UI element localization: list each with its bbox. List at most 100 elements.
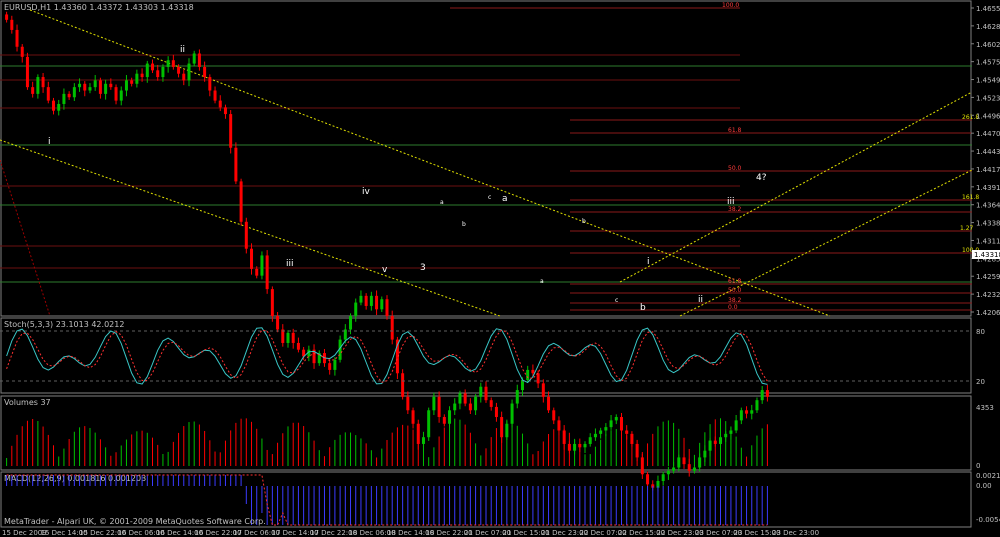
horizontal-green-lines — [0, 65, 972, 283]
candle-body — [156, 70, 160, 78]
volumes-label: Volumes 37 — [4, 398, 51, 407]
macd-tick-top: 0.00216 — [976, 472, 1000, 480]
candle-body — [234, 147, 238, 182]
stoch-tick-20: 20 — [976, 378, 985, 386]
candle-body — [67, 93, 71, 98]
candle-body — [510, 403, 514, 424]
volume-bars — [6, 418, 768, 466]
price-tick: 1.44435 — [976, 148, 1000, 156]
fib-label: 50.0 — [728, 165, 742, 172]
candle-body — [734, 420, 738, 431]
price-tick: 1.46285 — [976, 23, 1000, 31]
trading-chart[interactable]: 100.0261.861.850.0161.838.21.27100.061.8… — [0, 0, 1000, 537]
fib-labels: 100.0261.861.850.0161.838.21.27100.061.8… — [722, 2, 979, 311]
wave-label: b — [582, 218, 586, 225]
candle-body — [291, 332, 295, 343]
candle-body — [104, 83, 108, 94]
fib-label: 0.0 — [728, 304, 738, 311]
candle-body — [474, 396, 478, 411]
candle-body — [78, 83, 82, 88]
candle-body — [52, 100, 56, 111]
price-tick: 1.46020 — [976, 41, 1000, 49]
candle-body — [93, 80, 97, 88]
candle-body — [630, 433, 634, 444]
candle-body — [593, 433, 597, 438]
candle-body — [531, 369, 535, 374]
candle-body — [192, 53, 196, 64]
candle-body — [604, 427, 608, 431]
candle-body — [161, 66, 165, 78]
volume-tick-zero: 0 — [976, 462, 980, 470]
candle-body — [10, 19, 14, 30]
fib-label: 61.8 — [728, 278, 742, 285]
wave-label: ii — [698, 295, 703, 305]
candle-body — [171, 60, 175, 67]
macd-tick-zero: 0.00 — [976, 482, 992, 490]
candle-body — [244, 221, 248, 249]
price-tick: 1.42325 — [976, 291, 1000, 299]
candle-body — [276, 316, 280, 330]
candle-body — [296, 342, 300, 350]
candle-body — [515, 390, 519, 404]
candle-body — [88, 87, 92, 91]
price-tick: 1.43115 — [976, 237, 1000, 245]
chart-title: EURUSD,H1 1.43360 1.43372 1.43303 1.4331… — [4, 3, 194, 12]
candle-body — [541, 383, 545, 397]
candle-body — [62, 93, 66, 104]
candle-body — [588, 437, 592, 444]
candle-body — [213, 90, 217, 101]
candle-body — [31, 87, 35, 94]
candle-body — [463, 393, 467, 404]
candle-body — [494, 406, 498, 418]
candle-body — [98, 80, 102, 94]
price-tick: 1.45490 — [976, 77, 1000, 85]
candle-body — [359, 295, 363, 303]
candle-body — [672, 467, 676, 471]
candle-body — [260, 255, 264, 276]
wave-label: a — [502, 194, 508, 204]
candle-body — [151, 63, 155, 71]
date-tick: 23 Dec 23:00 — [772, 529, 819, 537]
price-tick: 1.46555 — [976, 5, 1000, 13]
fib-label: 161.8 — [962, 194, 979, 201]
date-axis: 15 Dec 200915 Dec 14:0015 Dec 22:0016 De… — [2, 529, 819, 537]
candle-body — [614, 417, 618, 421]
fib-label: 100.0 — [722, 2, 739, 9]
candle-body — [745, 410, 749, 414]
candle-body — [187, 63, 191, 81]
candle-body — [599, 430, 603, 434]
stoch-main-line — [6, 327, 768, 385]
candle-body — [46, 87, 50, 101]
candle-body — [552, 410, 556, 421]
wave-label: a — [440, 199, 444, 206]
wave-label: b — [462, 221, 466, 228]
price-tick: 1.45230 — [976, 94, 1000, 102]
candle-body — [5, 14, 9, 20]
candle-body — [437, 396, 441, 418]
candle-body — [390, 316, 394, 340]
candle-body — [223, 107, 227, 115]
candle-body — [265, 255, 269, 290]
wave-label: iii — [727, 197, 735, 207]
candle-body — [114, 87, 118, 101]
price-tick: 1.42060 — [976, 309, 1000, 317]
candle-body — [432, 396, 436, 411]
channel-lines — [0, 9, 973, 317]
candle-body — [72, 87, 76, 98]
ohlc-header: 1.43360 1.43372 1.43303 1.43318 — [54, 3, 194, 12]
candle-body — [442, 417, 446, 424]
candle-body — [328, 363, 332, 370]
candle-body — [401, 373, 405, 397]
candle-body — [203, 66, 207, 78]
candle-body — [453, 403, 457, 411]
fib-label: 1.27 — [960, 225, 974, 232]
candle-body — [83, 83, 87, 91]
fib-label: 50.0 — [728, 287, 742, 294]
candle-body — [489, 400, 493, 407]
candle-body — [25, 56, 29, 88]
candle-body — [385, 299, 389, 317]
price-tick: 1.44700 — [976, 130, 1000, 138]
candle-body — [130, 80, 134, 84]
macd-tick-bottom: -0.00541 — [976, 516, 1000, 524]
candle-body — [427, 410, 431, 438]
